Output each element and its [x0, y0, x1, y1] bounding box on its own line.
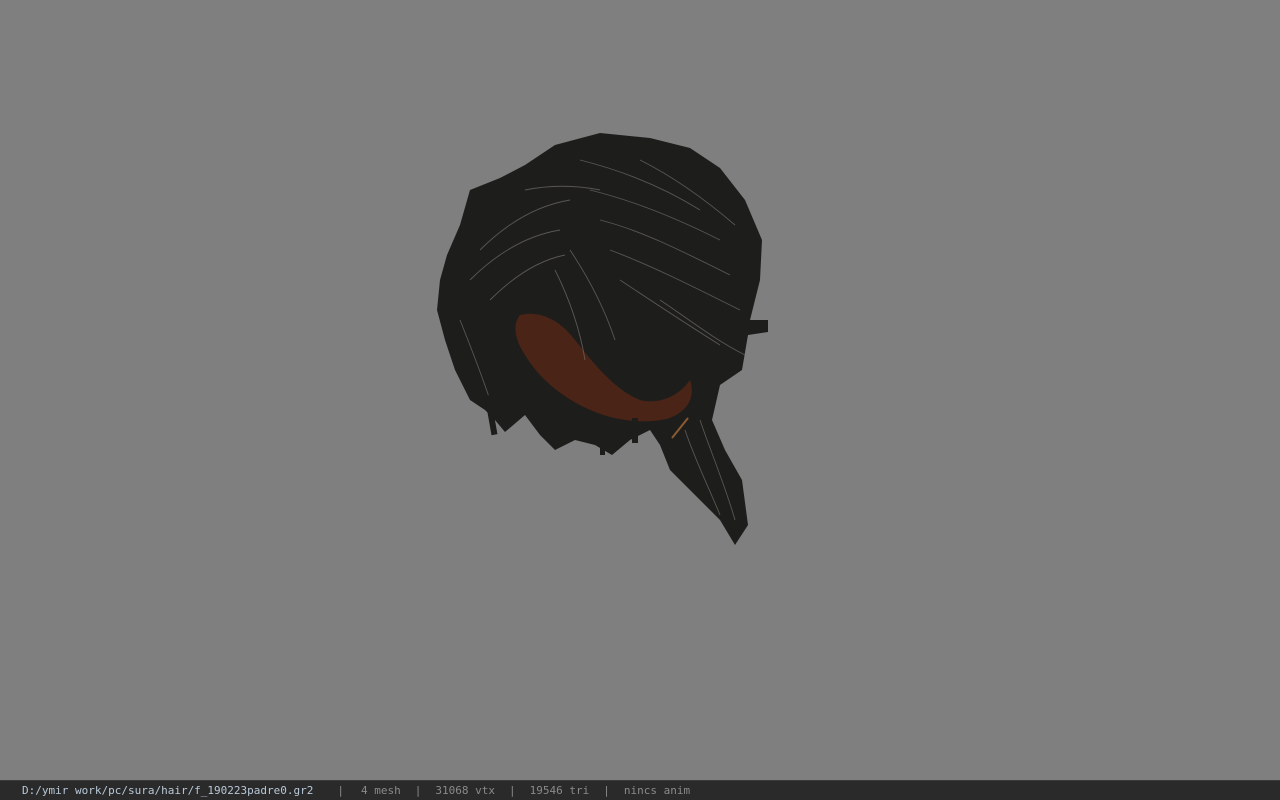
mesh-count-label: 4 mesh — [361, 784, 401, 797]
hair-mass — [437, 133, 768, 545]
status-bar: D:/ymir work/pc/sura/hair/f_190223padre0… — [0, 780, 1280, 800]
separator: | — [509, 784, 516, 797]
file-path-label: D:/ymir work/pc/sura/hair/f_190223padre0… — [22, 784, 314, 797]
separator: | — [603, 784, 610, 797]
separator: | — [337, 784, 345, 797]
hair-model-render[interactable] — [0, 0, 1280, 780]
triangle-count-label: 19546 tri — [529, 784, 590, 797]
3d-viewport[interactable] — [0, 0, 1280, 780]
vertex-count-label: 31068 vtx — [435, 784, 496, 797]
animation-status-label: nincs anim — [623, 784, 691, 797]
separator: | — [414, 784, 422, 797]
